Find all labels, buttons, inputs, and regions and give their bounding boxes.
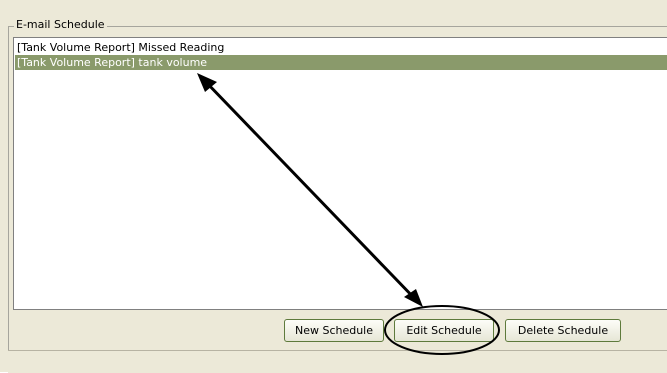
new-schedule-button[interactable]: New Schedule: [284, 319, 384, 342]
email-schedule-panel: E-mail Schedule [Tank Volume Report] Mis…: [0, 0, 667, 373]
list-item-selected[interactable]: [Tank Volume Report] tank volume: [15, 55, 667, 70]
schedule-list[interactable]: [Tank Volume Report] Missed Reading [Tan…: [13, 37, 667, 310]
delete-schedule-button[interactable]: Delete Schedule: [505, 319, 621, 342]
status-strip: [8, 350, 667, 373]
edit-schedule-button[interactable]: Edit Schedule: [394, 319, 494, 342]
groupbox-title: E-mail Schedule: [14, 18, 107, 32]
list-item[interactable]: [Tank Volume Report] Missed Reading: [15, 40, 667, 55]
